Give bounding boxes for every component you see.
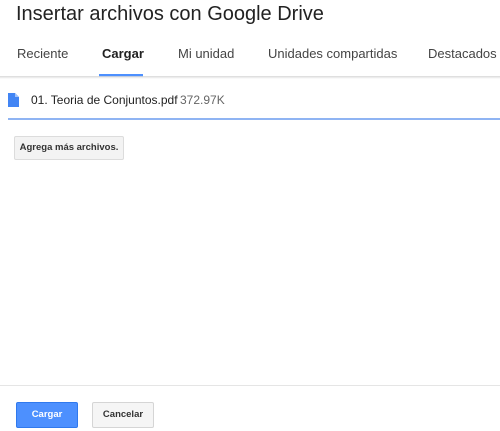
tab-bar: Reciente Cargar Mi unidad Unidades compa… [0, 44, 500, 78]
tab-mi-unidad[interactable]: Mi unidad [178, 44, 234, 76]
upload-button[interactable]: Cargar [16, 402, 78, 428]
upload-progress-bar [8, 118, 500, 120]
tab-destacados[interactable]: Destacados [428, 44, 497, 76]
tab-reciente[interactable]: Reciente [17, 44, 68, 76]
upload-file-row: 01. Teoria de Conjuntos.pdf 372.97K [0, 86, 500, 120]
upload-progress-fill [8, 118, 500, 120]
tab-bar-shadow [0, 76, 500, 79]
dialog-title: Insertar archivos con Google Drive [16, 3, 324, 25]
document-icon [8, 93, 19, 107]
tab-cargar[interactable]: Cargar [102, 44, 144, 76]
tab-unidades-compartidas[interactable]: Unidades compartidas [268, 44, 397, 76]
footer-divider [0, 385, 500, 386]
cancel-button[interactable]: Cancelar [92, 402, 154, 428]
file-size: 372.97K [180, 93, 225, 107]
add-more-files-button[interactable]: Agrega más archivos. [14, 136, 124, 160]
file-name: 01. Teoria de Conjuntos.pdf [31, 93, 178, 107]
